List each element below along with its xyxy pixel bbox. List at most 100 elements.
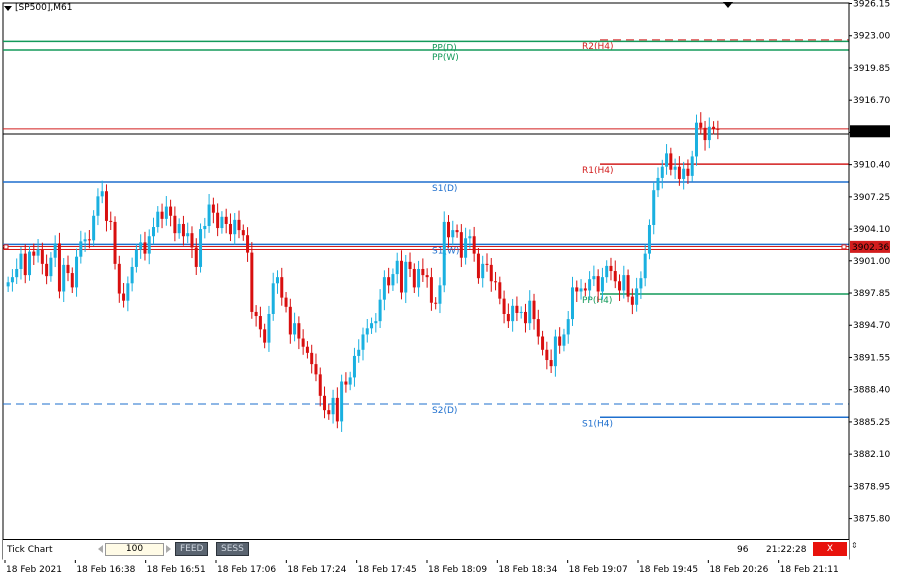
resize-grip-icon[interactable]: ⇕ (851, 541, 858, 550)
candle-body (588, 279, 592, 291)
candle-body (408, 261, 412, 269)
candle-body (455, 230, 459, 233)
candle-body (451, 230, 455, 238)
candle-body (181, 223, 185, 237)
candle-body (519, 311, 523, 313)
candle-body (682, 168, 686, 179)
candle-body (40, 249, 44, 264)
candle-body (352, 355, 356, 378)
candle-body (186, 233, 190, 237)
candle-body (237, 219, 241, 231)
candle-body (395, 260, 399, 275)
candle-body (558, 336, 562, 346)
candle-body (122, 293, 126, 301)
candle-body (528, 300, 532, 324)
candle-body (199, 229, 203, 267)
candle-body (293, 323, 297, 335)
candle-body (485, 263, 489, 265)
candle-body (600, 277, 604, 292)
pivot-level-label: S1(D) (432, 184, 457, 194)
time-tick-label: 18 Feb 18:34 (498, 565, 557, 575)
candle-body (511, 305, 515, 322)
candle-body (660, 166, 664, 178)
pivot-level-label: S1(H4) (582, 419, 613, 429)
candle-body (566, 319, 570, 335)
candle-body (340, 381, 344, 422)
candle-body (126, 283, 130, 301)
candle-body (442, 221, 446, 286)
candle-body (113, 221, 117, 264)
candle-body (75, 256, 79, 288)
candle-body (506, 313, 510, 322)
scroll-left-icon[interactable] (98, 544, 104, 554)
candle-body (323, 395, 327, 411)
candle-body (417, 268, 421, 288)
candle-body (139, 242, 143, 250)
candle-body (532, 300, 536, 320)
candle-body (712, 126, 716, 129)
candle-body (297, 323, 301, 339)
candle-body (609, 265, 613, 272)
candle-body (553, 336, 557, 367)
chart-header[interactable]: [SP500],M61 (4, 3, 72, 13)
price-tick-label: 3888.40 (853, 386, 890, 396)
candle-body (331, 397, 335, 415)
candle-body (6, 282, 10, 287)
candle-body (438, 285, 442, 304)
price-handle-icon[interactable] (3, 244, 9, 250)
collapse-triangle-icon[interactable] (4, 5, 12, 11)
price-tick-label: 3894.70 (853, 321, 890, 331)
candle-body (425, 275, 429, 278)
candle-body (207, 204, 211, 227)
candle-body (545, 349, 549, 361)
time-tick-label: 18 Feb 17:24 (287, 565, 346, 575)
candle-body (579, 288, 583, 292)
candle-body (190, 233, 194, 248)
candle-body (694, 122, 698, 157)
price-tick-label: 3897.85 (853, 289, 890, 299)
plot-area (2, 2, 850, 560)
candle-body (434, 302, 438, 304)
time-tick-label: 18 Feb 19:45 (639, 565, 698, 575)
candle-body (45, 263, 49, 277)
price-tick-label: 3885.25 (853, 418, 890, 428)
candle-body (194, 247, 198, 267)
time-tick-label: 18 Feb 17:45 (358, 565, 417, 575)
time-tick-label: 18 Feb 19:07 (569, 565, 628, 575)
chart-canvas[interactable]: PP(D)R2(H4)PP(W)R1(H4)S1(D)S1(W)PP(H4)S2… (0, 0, 898, 581)
candle-body (669, 153, 673, 170)
candle-body (271, 283, 275, 314)
price-axis: 3926.153923.003919.853916.703913.553910.… (848, 0, 890, 539)
sess-button[interactable]: SESS (216, 542, 249, 556)
feed-button[interactable]: FEED (175, 542, 209, 556)
tick-count-input[interactable]: 100 (105, 543, 164, 556)
candle-body (177, 223, 181, 234)
candle-body (583, 288, 587, 291)
candle-body (605, 265, 609, 278)
scroll-right-icon[interactable] (166, 544, 172, 554)
chart-shift-marker-icon[interactable] (723, 2, 733, 8)
candle-body (635, 288, 639, 305)
price-tick-label: 3916.70 (853, 96, 890, 106)
candle-body (541, 336, 545, 350)
candle-body (250, 252, 254, 312)
time-tick-label: 18 Feb 16:38 (76, 565, 135, 575)
candle-body (220, 216, 224, 229)
candle-body (280, 277, 284, 298)
candle-body (241, 230, 245, 236)
candle-body (515, 305, 519, 313)
time-tick-label: 18 Feb 16:51 (147, 565, 206, 575)
close-button[interactable]: X (813, 542, 847, 556)
candle-body (652, 190, 656, 225)
candle-body (382, 277, 386, 300)
time-tick-label: 18 Feb 2021 (6, 565, 62, 575)
candle-body (228, 223, 232, 235)
candle-body (23, 253, 27, 276)
candle-body (699, 122, 703, 128)
candle-body (216, 212, 220, 229)
candle-body (472, 236, 476, 254)
candle-body (19, 253, 23, 269)
price-handle-icon[interactable] (841, 244, 847, 250)
candle-body (57, 243, 61, 292)
candle-body (677, 166, 681, 179)
